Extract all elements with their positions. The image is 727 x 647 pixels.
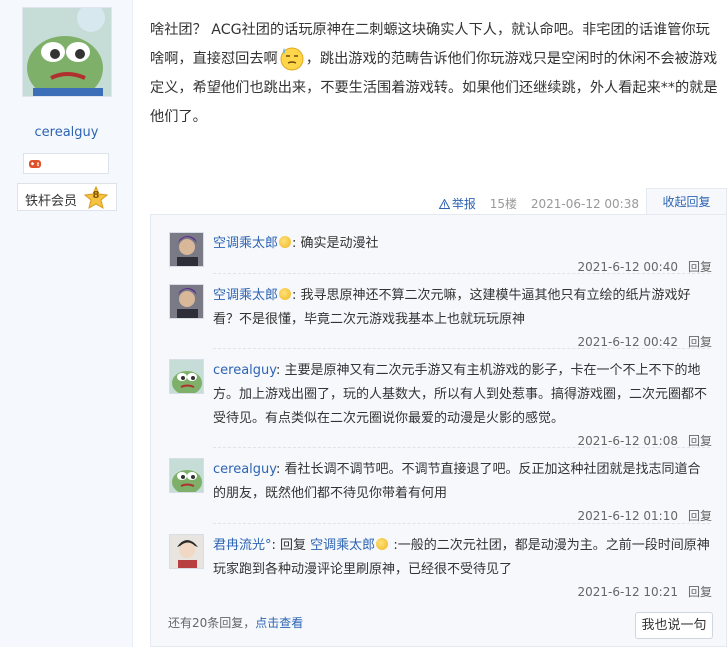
smiley-icon <box>279 236 292 248</box>
reply-content: cerealguy: 主要是原神又有二次元手游又有主机游戏的影子，卡在一个不上不… <box>213 359 713 431</box>
more-replies-text: 还有20条回复， <box>168 616 256 630</box>
avatar[interactable] <box>169 458 204 493</box>
member-rank-box: 铁杆会员 8 <box>17 183 117 211</box>
reply-timestamp: 2021-6-12 00:42 <box>577 335 678 349</box>
reply-button[interactable]: 回复 <box>688 585 712 599</box>
reply-text: : 确实是动漫社 <box>292 236 379 251</box>
game-controller-icon <box>29 160 41 168</box>
divider <box>213 348 710 349</box>
reply-button[interactable]: 回复 <box>688 509 712 523</box>
report-label: 举报 <box>451 197 476 211</box>
divider <box>213 523 710 524</box>
reply-username[interactable]: 空调乘太郎 <box>213 236 278 251</box>
reply-content: 君冉流光°: 回复 空调乘太郎 :一般的二次元社团，都是动漫为主。之前一段时间原… <box>213 534 713 582</box>
author-username[interactable]: cerealguy <box>0 125 133 140</box>
avatar[interactable] <box>169 284 204 319</box>
reply-username[interactable]: cerealguy <box>213 462 276 477</box>
reply-prefix: : 回复 <box>271 538 311 553</box>
collapse-replies-button[interactable]: 收起回复 <box>646 188 727 215</box>
reply-content: cerealguy: 看社长调不调节吧。不调节直接退了吧。反正加这种社团就是找志… <box>213 458 713 506</box>
more-replies: 还有20条回复，点击查看 <box>168 614 303 631</box>
reply-timestamp: 2021-6-12 10:21 <box>577 585 678 599</box>
reply-timestamp: 2021-6-12 01:08 <box>577 434 678 448</box>
warning-icon <box>438 198 451 209</box>
member-level: 8 <box>92 190 100 201</box>
reply-username[interactable]: cerealguy <box>213 363 276 378</box>
post-meta: 举报 15楼 2021-06-12 00:38 <box>429 195 639 212</box>
avatar[interactable] <box>169 359 204 394</box>
divider <box>213 273 710 274</box>
avatar[interactable] <box>169 534 204 569</box>
divider <box>213 447 710 448</box>
level-badge-icon: 8 <box>83 185 109 210</box>
author-badge <box>23 153 109 174</box>
post-timestamp: 2021-06-12 00:38 <box>530 197 639 211</box>
smiley-icon <box>279 288 292 300</box>
reply-username[interactable]: 君冉流光° <box>213 538 272 553</box>
report-link[interactable]: 举报 <box>438 197 476 211</box>
avatar[interactable] <box>169 232 204 267</box>
reply-timestamp: 2021-6-12 00:40 <box>577 260 678 274</box>
reply-button[interactable]: 回复 <box>688 434 712 448</box>
post-content: 啥社团？ ACG社团的话玩原神在二刺螈这块确实人下人，就认命吧。非宅团的话谁管你… <box>150 16 720 132</box>
reply-meta: 2021-6-12 01:10 回复 <box>577 507 712 524</box>
author-sidebar: cerealguy 铁杆会员 8 <box>0 0 133 647</box>
reply-text: : 主要是原神又有二次元手游又有主机游戏的影子，卡在一个不上不下的地方。加上游戏… <box>213 363 708 426</box>
reply-content: 空调乘太郎: 我寻思原神还不算二次元嘛，这建模牛逼其他只有立绘的纸片游戏好看？不… <box>213 284 713 332</box>
reply-list: 空调乘太郎 : 确实是动漫社 2021-6-12 00:40 回复 空调乘太郎: 我… <box>150 214 727 647</box>
reply-to-username[interactable]: 空调乘太郎 <box>310 538 375 553</box>
smiley-icon <box>376 538 389 550</box>
reply-meta: 2021-6-12 10:21 回复 <box>577 583 712 600</box>
reply-button[interactable]: 回复 <box>688 260 712 274</box>
author-avatar[interactable] <box>22 7 112 97</box>
reply-button[interactable]: 回复 <box>688 335 712 349</box>
reply-username[interactable]: 空调乘太郎 <box>213 288 278 303</box>
view-more-link[interactable]: 点击查看 <box>255 616 303 630</box>
add-reply-button[interactable]: 我也说一句 <box>635 612 713 639</box>
sweat-face-icon <box>278 45 306 71</box>
reply-content: 空调乘太郎 : 确实是动漫社 <box>213 232 713 256</box>
reply-timestamp: 2021-6-12 01:10 <box>577 509 678 523</box>
floor-number: 15楼 <box>489 197 518 211</box>
reply-text: : 看社长调不调节吧。不调节直接退了吧。反正加这种社团就是找志同道合的朋友，既然… <box>213 462 701 501</box>
member-label: 铁杆会员 <box>25 194 78 209</box>
